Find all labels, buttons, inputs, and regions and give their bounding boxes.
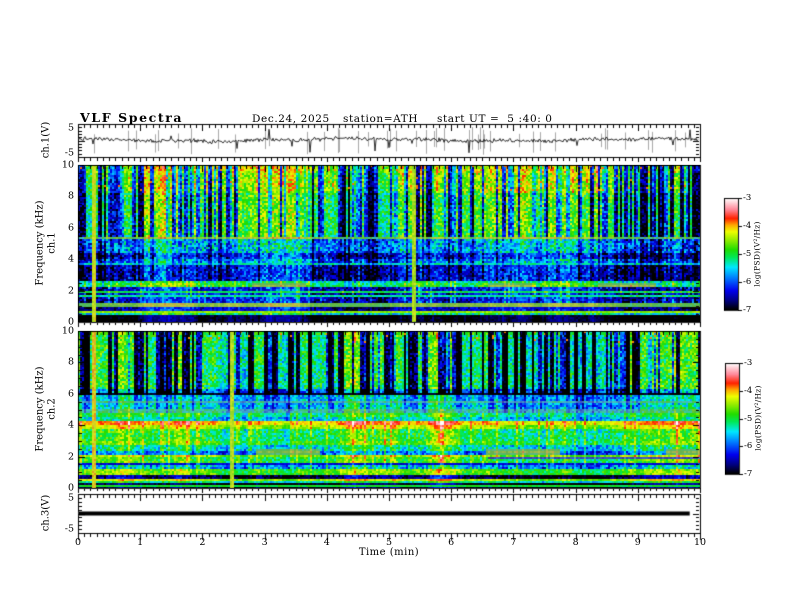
x-tick-label: 0 xyxy=(74,537,82,548)
colorbar-tick-label: -6 xyxy=(744,441,753,452)
x-tick-label: 6 xyxy=(448,537,455,548)
y-tick-label-ch3_wave: -5 xyxy=(64,523,74,535)
colorbar-tick-label: -7 xyxy=(743,305,752,315)
y-tick-label-ch1_spec: 8 xyxy=(67,190,74,202)
x-tick-label: 7 xyxy=(510,537,517,548)
y-tick-label-ch2_spec: 4 xyxy=(67,419,74,431)
x-tick-label: 9 xyxy=(634,537,641,548)
colorbar-tick-label: -6 xyxy=(743,277,752,287)
ch2-frequency-axis-label: Frequency (kHz) xyxy=(34,366,46,452)
colorbar-tick-label: -3 xyxy=(744,358,753,368)
x-tick-label: 10 xyxy=(693,537,707,548)
y-tick-label-ch2_spec: 8 xyxy=(67,356,74,368)
figure-start-ut: start UT = 5 :40: 0 xyxy=(437,113,553,125)
y-tick-label-ch1_spec: 6 xyxy=(67,222,74,234)
x-tick-label: 4 xyxy=(323,537,330,548)
colorbar-tick-label: -3 xyxy=(743,193,752,203)
figure-station: station=ATH xyxy=(343,113,419,125)
colorbar-tick-label: -4 xyxy=(743,221,752,231)
colorbar-tick-label: -5 xyxy=(743,249,752,259)
x-tick-label: 1 xyxy=(137,537,144,548)
y-tick-label-ch3_wave: 5 xyxy=(67,492,74,504)
y-tick-label-ch1_spec: 2 xyxy=(67,285,74,297)
y-tick-label-ch1_wave: 5 xyxy=(67,122,74,134)
ch2-channel-axis-label: ch.2 xyxy=(46,398,58,420)
x-tick-label: 8 xyxy=(572,537,579,548)
colorbar-tick-label: -7 xyxy=(744,469,753,479)
time-axis-label: Time (min) xyxy=(358,547,420,558)
y-tick-label-ch2_spec: 6 xyxy=(67,388,74,400)
x-tick-label: 2 xyxy=(199,537,206,548)
y-tick-label-ch1_wave: -5 xyxy=(64,147,74,159)
axes-frames-and-ticks xyxy=(0,0,792,612)
figure-date: Dec.24, 2025 xyxy=(252,113,330,125)
y-tick-label-ch1_spec: 4 xyxy=(67,253,74,265)
figure-title: VLF Spectra xyxy=(80,110,184,125)
x-tick-label: 5 xyxy=(385,537,393,548)
y-tick-label-ch2_spec: 10 xyxy=(61,325,74,337)
x-tick-label: 3 xyxy=(261,537,268,548)
colorbar-tick-label: -5 xyxy=(744,413,753,424)
ch1-frequency-axis-label: Frequency (kHz) xyxy=(34,200,46,286)
y-tick-label-ch2_spec: 2 xyxy=(67,451,74,463)
vlf-spectra-figure: VLF Spectra Dec.24, 2025 station=ATH sta… xyxy=(0,0,792,612)
ch1-channel-axis-label: ch.1 xyxy=(46,232,58,254)
colorbar-tick-label: -4 xyxy=(744,385,753,396)
y-tick-label-ch1_spec: 10 xyxy=(61,159,74,171)
